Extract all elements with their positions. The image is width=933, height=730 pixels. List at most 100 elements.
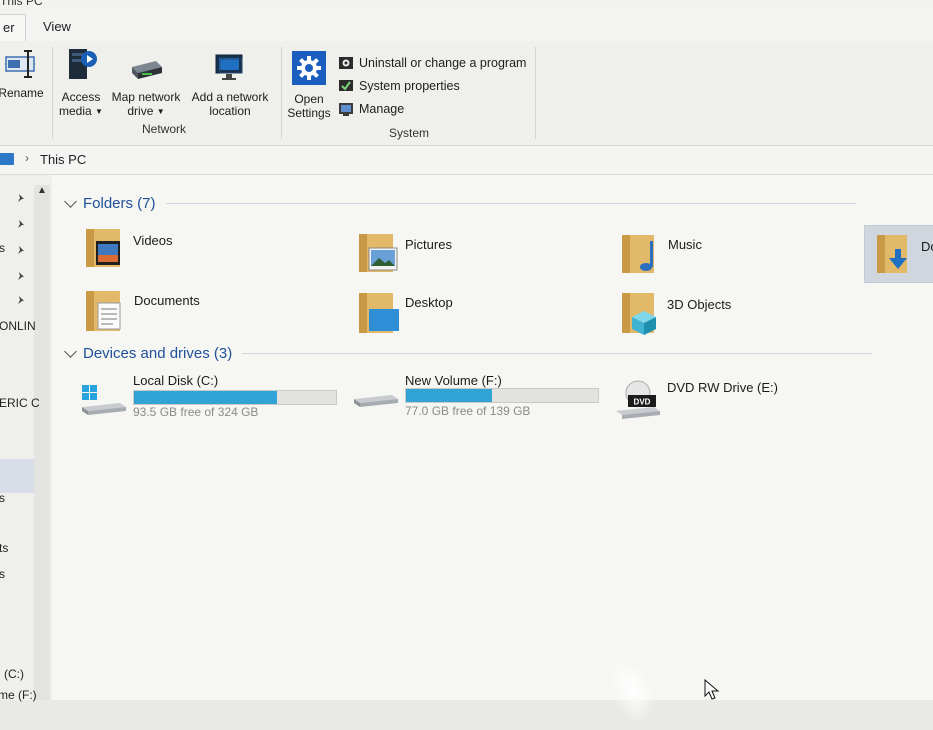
media-server-icon	[69, 49, 97, 79]
content-pane: Folders (7) Videos Pictures Music D Docu…	[52, 175, 933, 730]
folders-header-label: Folders (7)	[83, 195, 156, 212]
open-settings-label: Open Settings	[287, 92, 331, 120]
music-folder-icon	[622, 235, 654, 273]
nav-item[interactable]: s	[0, 491, 5, 505]
add-network-location-button[interactable]: Add a network location	[186, 53, 274, 118]
folder-label: Pictures	[405, 237, 452, 252]
folders-section-header[interactable]: Folders (7)	[62, 195, 912, 212]
screen-glare	[601, 650, 663, 730]
folder-label: Videos	[133, 233, 173, 248]
nav-scrollbar[interactable]	[34, 185, 50, 700]
ribbon-separator	[281, 47, 282, 139]
ribbon-separator	[52, 47, 53, 139]
window-title-bar: This PC	[0, 0, 933, 10]
manage-icon	[339, 103, 353, 116]
ribbon: Rename Access media ▼ Map network drive …	[0, 41, 933, 146]
drive-label: Local Disk (C:)	[133, 373, 219, 388]
add-network-location-label: Add a network location	[191, 90, 269, 118]
system-properties-button[interactable]: System properties	[338, 76, 460, 96]
folder-music[interactable]: Music	[620, 231, 840, 281]
devices-section-header[interactable]: Devices and drives (3)	[62, 345, 912, 362]
nav-item[interactable]: ts	[0, 541, 8, 555]
network-drive-icon	[132, 61, 162, 79]
rename-label: Rename	[0, 86, 44, 100]
devices-header-label: Devices and drives (3)	[83, 345, 233, 362]
nav-item[interactable]: (C:)	[4, 667, 24, 681]
open-settings-button[interactable]: Open Settings	[285, 51, 333, 120]
system-properties-label: System properties	[359, 79, 460, 93]
pin-icon[interactable]	[16, 219, 26, 229]
folder-documents[interactable]: Documents	[84, 287, 304, 337]
pictures-folder-icon	[359, 234, 398, 272]
section-divider	[242, 353, 873, 354]
folder-label: Documents	[134, 293, 200, 308]
address-bar[interactable]: › This PC	[0, 146, 933, 175]
uninstall-label: Uninstall or change a program	[359, 56, 527, 70]
drive-usage-bar	[405, 388, 599, 403]
drive-dvd-rw-e[interactable]: DVD DVD RW Drive (E:)	[614, 375, 834, 425]
nav-item[interactable]: s	[0, 567, 5, 581]
folder-desktop[interactable]: Desktop	[357, 289, 577, 339]
ribbon-tab-bar: er View	[0, 10, 933, 42]
desktop-folder-icon	[359, 293, 399, 333]
drive-free-space: 93.5 GB free of 324 GB	[133, 405, 259, 419]
rename-icon	[5, 50, 35, 78]
drive-usage-bar	[133, 390, 337, 405]
folder-pictures[interactable]: Pictures	[357, 230, 577, 280]
drive-local-disk-c[interactable]: Local Disk (C:) 93.5 GB free of 324 GB	[80, 373, 350, 423]
this-pc-icon	[0, 153, 14, 165]
window-title: This PC	[0, 0, 43, 8]
dvd-drive-icon: DVD	[616, 380, 660, 419]
pin-icon[interactable]	[16, 295, 26, 305]
nav-selected-item[interactable]	[0, 459, 34, 493]
mouse-cursor-icon	[704, 679, 720, 700]
pin-icon[interactable]	[16, 245, 26, 255]
drive-usage-fill	[134, 391, 278, 404]
hard-drive-icon	[354, 395, 398, 407]
map-network-drive-label: Map network drive	[111, 90, 181, 118]
dropdown-arrow-icon: ▼	[95, 107, 103, 116]
uninstall-program-button[interactable]: Uninstall or change a program	[338, 53, 526, 73]
pin-icon[interactable]	[16, 271, 26, 281]
3d-objects-folder-icon	[622, 293, 656, 335]
chevron-down-icon	[64, 195, 77, 208]
manage-label: Manage	[359, 102, 405, 116]
pin-icon[interactable]	[16, 193, 26, 203]
nav-item[interactable]: ERIC C	[0, 396, 40, 410]
manage-button[interactable]: Manage	[338, 99, 404, 119]
folder-label: 3D Objects	[667, 297, 732, 312]
folder-downloads[interactable]: Do	[875, 231, 933, 281]
nav-item[interactable]: ONLIN	[0, 319, 36, 333]
folder-videos[interactable]: Videos	[84, 225, 304, 275]
drive-label: New Volume (F:)	[405, 373, 502, 388]
tab-computer[interactable]: er	[0, 14, 26, 41]
tab-view[interactable]: View	[33, 14, 81, 40]
dvd-icon-text: DVD	[634, 398, 651, 407]
ribbon-separator	[535, 47, 536, 139]
chevron-right-icon: ›	[25, 151, 29, 165]
folder-label: Desktop	[405, 295, 453, 310]
breadcrumb-this-pc[interactable]: This PC	[40, 152, 86, 167]
uninstall-icon	[339, 57, 353, 69]
downloads-folder-icon	[877, 235, 907, 273]
windows-drive-icon	[82, 385, 126, 415]
rename-button[interactable]: Rename	[0, 49, 46, 100]
chevron-down-icon	[64, 345, 77, 358]
scroll-up-icon[interactable]: ▲	[37, 185, 47, 196]
nav-item[interactable]: s	[0, 241, 5, 255]
folder-label: Music	[668, 237, 702, 252]
drive-label: DVD RW Drive (E:)	[667, 380, 778, 395]
drive-new-volume-f[interactable]: New Volume (F:) 77.0 GB free of 139 GB	[352, 373, 622, 423]
network-group-label: Network	[142, 122, 187, 136]
drive-free-space: 77.0 GB free of 139 GB	[405, 404, 531, 418]
navigation-pane: ▲ s ONLIN ERIC C s ts s (C:) me (F:)	[0, 175, 52, 702]
system-group-label: System	[389, 126, 430, 140]
drive-usage-fill	[406, 389, 493, 402]
map-network-drive-button[interactable]: Map network drive ▼	[107, 57, 185, 119]
access-media-button[interactable]: Access media ▼	[56, 45, 106, 119]
documents-folder-icon	[86, 291, 121, 331]
folder-3d-objects[interactable]: 3D Objects	[620, 289, 840, 339]
dropdown-arrow-icon: ▼	[156, 107, 165, 116]
section-divider	[165, 203, 856, 204]
network-location-icon	[215, 54, 243, 80]
